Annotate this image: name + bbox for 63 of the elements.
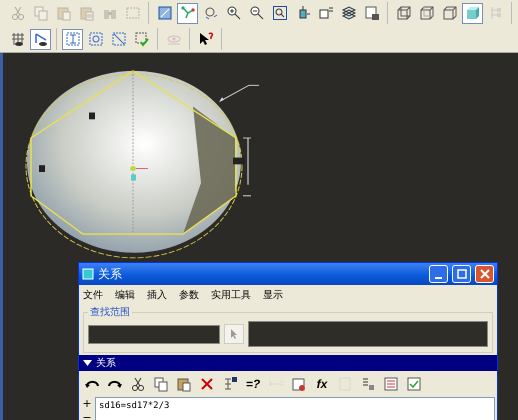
- section-header[interactable]: 关系: [79, 355, 497, 371]
- hidden-line-cube-icon: [418, 5, 434, 21]
- sort-icon: [360, 376, 376, 392]
- wireframe-cube-icon: [396, 5, 412, 21]
- menu-item[interactable]: 插入: [147, 288, 167, 302]
- paste-icon: [176, 376, 192, 392]
- constraint-icon: [110, 31, 126, 47]
- sketch-view-icon: [32, 31, 48, 47]
- expand-toggle[interactable]: −: [82, 411, 92, 420]
- no-hidden-cube-icon: [442, 5, 458, 21]
- list-icon: [383, 376, 399, 392]
- delete-x-icon: [199, 376, 215, 392]
- paste-icon: [78, 5, 94, 21]
- copy-icon: [153, 376, 169, 392]
- model-setup-icon: [364, 5, 380, 21]
- scissors-icon: [10, 5, 26, 21]
- tool-button[interactable]: =?: [242, 374, 264, 394]
- tool-button[interactable]: fx: [311, 374, 333, 394]
- relation-line: sd16=sd17*2/3: [99, 401, 170, 411]
- menu-item[interactable]: 参数: [179, 288, 199, 302]
- window-icon: [82, 268, 94, 280]
- refit-icon: [272, 5, 288, 21]
- close-icon: [480, 269, 490, 279]
- dimension-values-icon: [222, 376, 238, 392]
- selection-box-icon: [124, 5, 140, 21]
- zoom-out-icon: [248, 5, 264, 21]
- pick-button[interactable]: [224, 324, 244, 344]
- section-label: 关系: [96, 356, 116, 370]
- layers-icon: [340, 5, 356, 21]
- help-pointer-icon: [198, 31, 214, 47]
- zoom-in-icon: [226, 5, 242, 21]
- datum-axes-icon: [180, 5, 196, 21]
- spin-icon: [202, 5, 218, 21]
- units-icon: [291, 376, 307, 392]
- minimize-icon: [435, 276, 442, 278]
- object-field[interactable]: [248, 321, 488, 347]
- copy-icon: [32, 5, 48, 21]
- pointer-icon: [229, 328, 239, 340]
- menu-item[interactable]: 显示: [263, 288, 283, 302]
- scope-field[interactable]: [88, 324, 220, 344]
- constraint-icon: [88, 31, 104, 47]
- constraint-icon: [64, 31, 80, 47]
- relations-editor[interactable]: sd16=sd17*2/3: [95, 397, 495, 420]
- close-button[interactable]: [475, 265, 494, 283]
- menu-item[interactable]: 文件: [83, 288, 103, 302]
- minimize-button[interactable]: [429, 265, 448, 283]
- menu-item[interactable]: 编辑: [115, 288, 135, 302]
- view-manager-icon: [318, 5, 334, 21]
- checkmark-icon: [134, 31, 150, 47]
- maximize-button[interactable]: [452, 265, 471, 283]
- grid-icon: [10, 31, 26, 47]
- maximize-icon: [456, 269, 466, 279]
- toolbar-button[interactable]: [30, 28, 51, 50]
- collapse-triangle-icon: [83, 360, 92, 366]
- paste-icon: [56, 5, 72, 21]
- menu-item[interactable]: 实用工具: [211, 288, 251, 302]
- verify-check-icon: [406, 376, 422, 392]
- sketch-icon: [156, 5, 172, 21]
- expand-toggle[interactable]: +: [82, 397, 92, 411]
- scissors-icon: [130, 376, 146, 392]
- shaded-cube-icon: [464, 5, 480, 21]
- dialog-title: 关系: [98, 266, 123, 282]
- group-label: 查找范围: [89, 306, 131, 319]
